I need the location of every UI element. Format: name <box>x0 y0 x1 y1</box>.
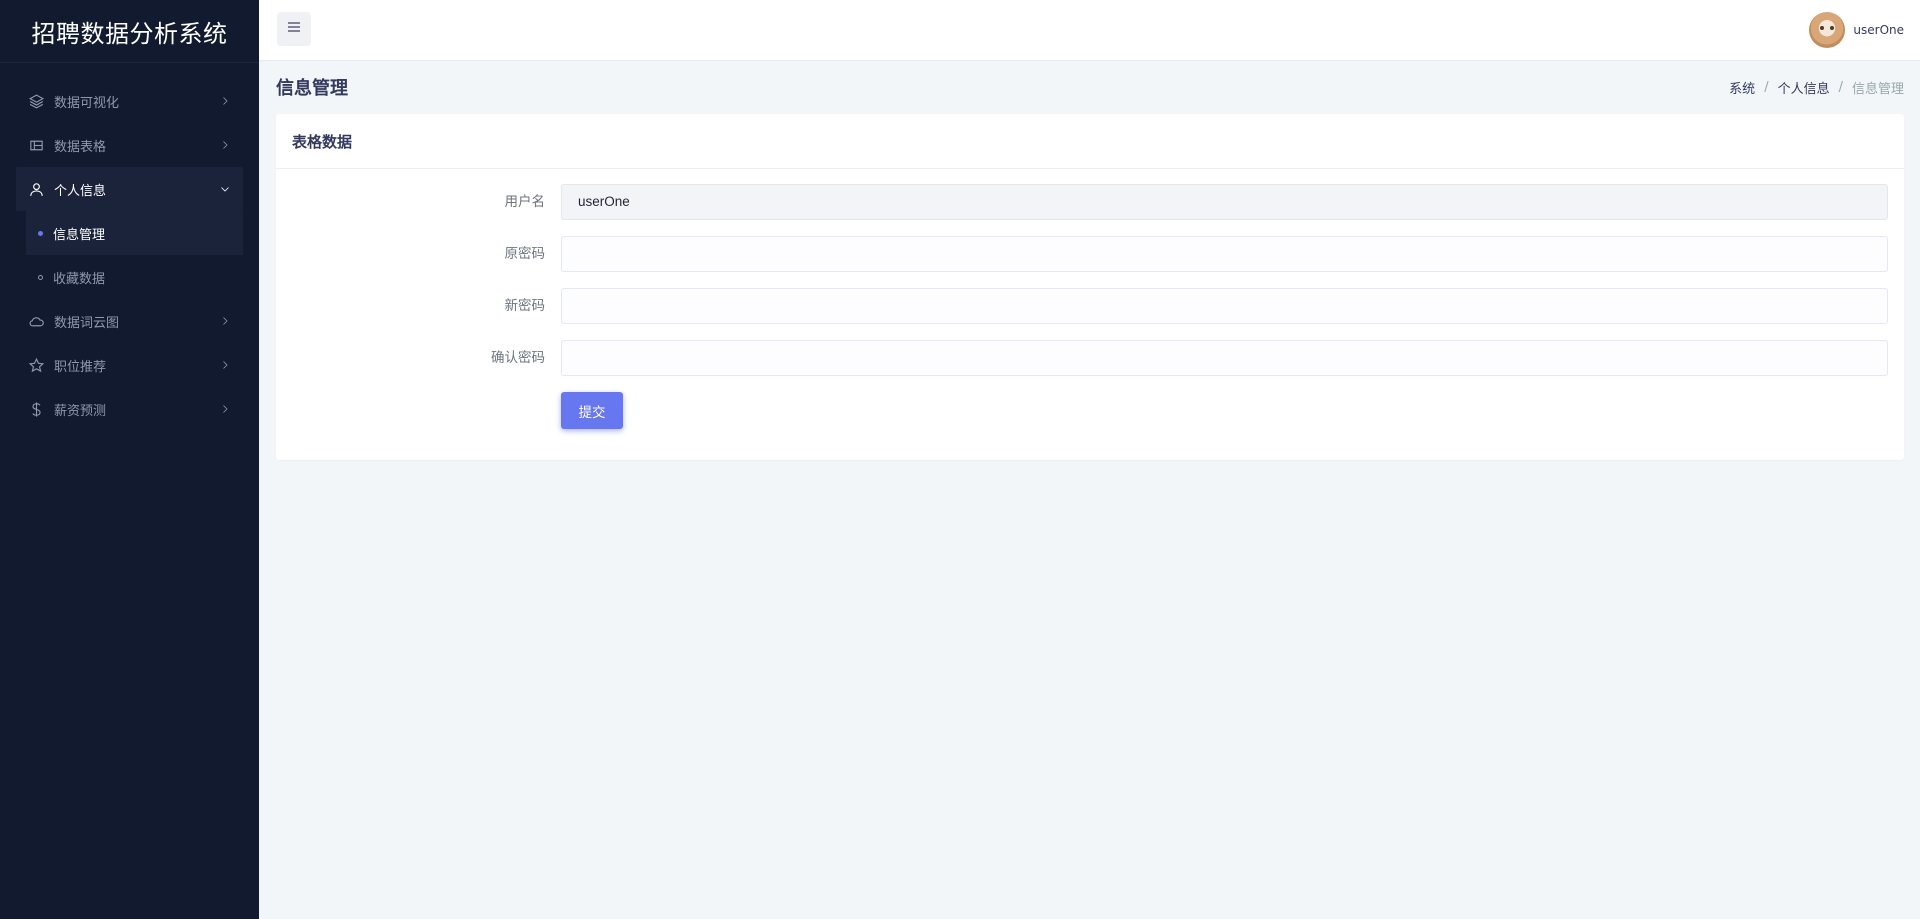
chevron-right-icon <box>219 139 231 151</box>
old-password-label: 原密码 <box>504 246 546 262</box>
profile-form: 用户名 userOne 原密码 新密码 确认密码 提交 <box>276 169 1904 444</box>
sidebar-item-data-table[interactable]: 数据表格 <box>16 123 243 167</box>
breadcrumb-separator: / <box>1764 79 1769 95</box>
new-password-label: 新密码 <box>504 298 546 314</box>
sidebar-item-label: 个人信息 <box>54 183 107 199</box>
breadcrumb-item-system[interactable]: 系统 <box>1729 78 1755 97</box>
sidebar-item-label: 数据可视化 <box>54 95 120 111</box>
form-row-username: 用户名 userOne <box>276 184 1904 236</box>
card-title: 表格数据 <box>276 114 1904 169</box>
layers-icon <box>27 92 45 110</box>
confirm-password-field[interactable] <box>561 340 1888 376</box>
sidebar-menu: 数据可视化 数据表格 个人信息 信息管理 收藏数据 数据词云图 职位推荐 薪资预… <box>0 63 259 431</box>
sidebar-subitem-label: 收藏数据 <box>53 271 106 287</box>
form-row-old-password: 原密码 <box>276 236 1904 288</box>
chevron-down-icon <box>219 183 231 195</box>
sidebar-subitem-favorites[interactable]: 收藏数据 <box>26 255 243 299</box>
cloud-icon <box>27 312 45 330</box>
sidebar-item-label: 薪资预测 <box>54 403 107 419</box>
sidebar: 招聘数据分析系统 数据可视化 数据表格 个人信息 信息管理 收藏数据 数据词云图… <box>0 0 259 919</box>
form-row-confirm-password: 确认密码 <box>276 340 1904 392</box>
sidebar-item-label: 数据表格 <box>54 139 107 155</box>
dollar-icon <box>27 400 45 418</box>
user-menu[interactable]: userOne <box>1809 12 1904 48</box>
breadcrumb-item-current: 信息管理 <box>1851 81 1904 97</box>
hamburger-icon <box>286 19 302 39</box>
username-field[interactable]: userOne <box>561 184 1888 220</box>
sidebar-subitem-info-management[interactable]: 信息管理 <box>26 211 243 255</box>
new-password-field[interactable] <box>561 288 1888 324</box>
sidebar-item-word-cloud[interactable]: 数据词云图 <box>16 299 243 343</box>
sidebar-item-data-visualization[interactable]: 数据可视化 <box>16 79 243 123</box>
menu-toggle-button[interactable] <box>277 12 311 46</box>
breadcrumb: 系统 / 个人信息 / 信息管理 <box>1729 78 1904 97</box>
page-header: 信息管理 系统 / 个人信息 / 信息管理 <box>276 61 1904 113</box>
user-icon <box>27 180 45 198</box>
submit-button[interactable]: 提交 <box>561 392 623 429</box>
app-title: 招聘数据分析系统 <box>0 0 259 63</box>
chevron-right-icon <box>219 95 231 107</box>
sidebar-item-job-recommendation[interactable]: 职位推荐 <box>16 343 243 387</box>
chevron-right-icon <box>219 315 231 327</box>
form-card: 表格数据 用户名 userOne 原密码 新密码 确认密码 提交 <box>276 114 1904 460</box>
confirm-password-label: 确认密码 <box>491 350 545 366</box>
username: userOne <box>1853 23 1904 37</box>
sidebar-item-personal-info[interactable]: 个人信息 <box>16 167 243 211</box>
form-row-actions: 提交 <box>276 392 1904 444</box>
breadcrumb-item-personal-info[interactable]: 个人信息 <box>1778 78 1830 97</box>
sidebar-subitem-label: 信息管理 <box>53 227 106 243</box>
sidebar-item-label: 数据词云图 <box>54 315 120 331</box>
table-icon <box>27 136 45 154</box>
username-label: 用户名 <box>504 194 546 210</box>
topbar: userOne <box>259 0 1920 61</box>
bullet-icon <box>38 274 43 280</box>
form-row-new-password: 新密码 <box>276 288 1904 340</box>
chevron-right-icon <box>219 403 231 415</box>
old-password-field[interactable] <box>561 236 1888 272</box>
breadcrumb-separator: / <box>1838 79 1843 95</box>
chevron-right-icon <box>219 359 231 371</box>
avatar[interactable] <box>1809 12 1846 48</box>
star-icon <box>27 356 45 374</box>
sidebar-item-label: 职位推荐 <box>54 359 107 375</box>
sidebar-item-salary-prediction[interactable]: 薪资预测 <box>16 387 243 431</box>
bullet-icon <box>38 230 43 236</box>
page-title: 信息管理 <box>276 78 348 99</box>
